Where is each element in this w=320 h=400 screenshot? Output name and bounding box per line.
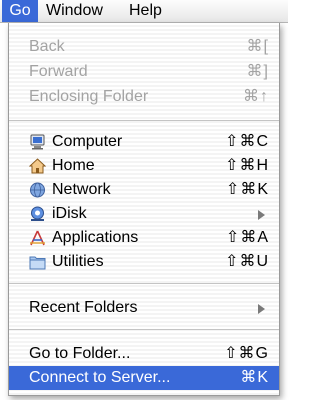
menu-item-shortcut: ⇧⌘U [225, 253, 269, 270]
idisk-icon [29, 206, 46, 222]
menu-item-shortcut: ⌘[ [246, 38, 269, 55]
menu-window[interactable]: Window [46, 0, 103, 22]
menu-item-computer[interactable]: Computer ⇧⌘C [9, 130, 279, 154]
menu-item-label: Recent Folders [29, 299, 138, 316]
menu-item-label: Forward [29, 63, 88, 80]
menu-item-label: Network [52, 181, 111, 198]
menu-item-label: Computer [52, 133, 123, 150]
menu-item-utilities[interactable]: Utilities ⇧⌘U [9, 250, 279, 274]
menu-go[interactable]: Go [2, 0, 38, 22]
menu-item-shortcut: ⌘] [246, 63, 269, 80]
menu-item-home[interactable]: Home ⇧⌘H [9, 154, 279, 178]
menu-item-shortcut: ⇧⌘G [224, 345, 269, 362]
menu-item-forward[interactable]: Forward ⌘] [9, 60, 279, 84]
utilities-folder-icon [29, 254, 46, 270]
menu-bar: Go Window Help [0, 0, 288, 23]
menu-item-label: iDisk [52, 205, 87, 222]
go-menu-dropdown: Back ⌘[ Forward ⌘] Enclosing Folder ⌘↑ C… [8, 23, 280, 396]
menu-item-shortcut: ⇧⌘H [225, 157, 269, 174]
submenu-arrow-icon [258, 210, 265, 220]
menu-item-label: Connect to Server... [29, 369, 171, 386]
menu-item-label: Back [29, 38, 65, 55]
applications-icon [29, 230, 46, 246]
menu-item-recent-folders[interactable]: Recent Folders [9, 296, 279, 320]
computer-icon [29, 134, 46, 150]
menu-item-label: Enclosing Folder [29, 88, 149, 105]
menu-separator [9, 329, 279, 330]
menu-item-enclosing-folder[interactable]: Enclosing Folder ⌘↑ [9, 85, 279, 109]
network-icon [29, 182, 46, 198]
home-icon [28, 158, 47, 174]
menu-item-go-to-folder[interactable]: Go to Folder... ⇧⌘G [9, 342, 279, 366]
menu-item-label: Applications [52, 229, 139, 246]
menu-item-label: Home [52, 157, 95, 174]
menu-item-shortcut: ⇧⌘A [225, 229, 269, 246]
menu-item-back[interactable]: Back ⌘[ [9, 35, 279, 59]
menu-item-label: Utilities [52, 253, 104, 270]
menu-item-network[interactable]: Network ⇧⌘K [9, 178, 279, 202]
menu-item-shortcut: ⌘↑ [243, 88, 269, 105]
menu-separator [9, 120, 279, 121]
menu-item-shortcut: ⇧⌘C [225, 133, 269, 150]
submenu-arrow-icon [258, 304, 265, 314]
menu-separator [9, 283, 279, 284]
menu-item-applications[interactable]: Applications ⇧⌘A [9, 226, 279, 250]
menu-item-shortcut: ⌘K [240, 369, 269, 386]
menu-help[interactable]: Help [129, 0, 162, 22]
menu-item-idisk[interactable]: iDisk [9, 202, 279, 226]
menu-item-shortcut: ⇧⌘K [225, 181, 269, 198]
menu-item-connect-to-server[interactable]: Connect to Server... ⌘K [9, 366, 279, 390]
menu-item-label: Go to Folder... [29, 345, 131, 362]
